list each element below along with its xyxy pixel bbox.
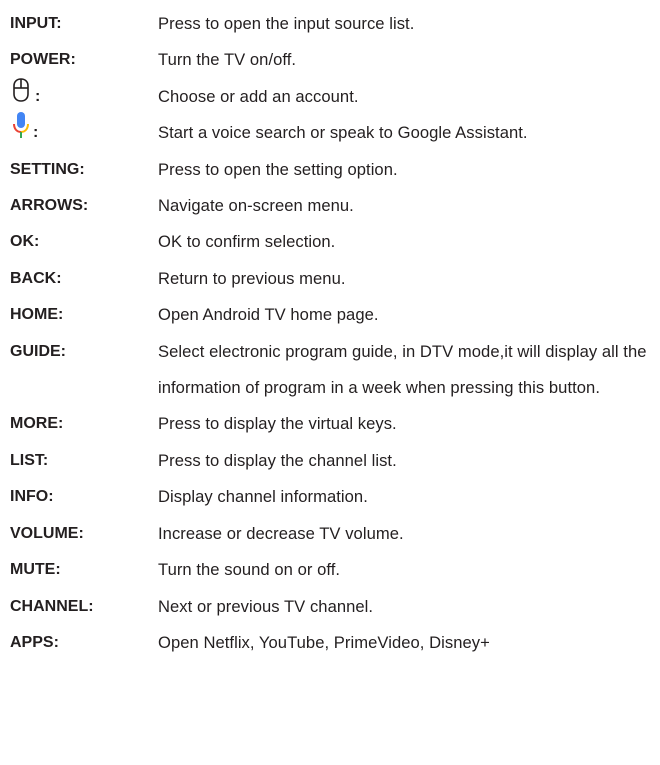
list-item-home: HOME: Open Android TV home page.	[10, 297, 650, 333]
term-description: Open Netflix, YouTube, PrimeVideo, Disne…	[158, 632, 490, 652]
list-item-arrows: ARROWS: Navigate on-screen menu.	[10, 188, 650, 224]
term-label: MUTE:	[10, 561, 61, 579]
term-label: HOME:	[10, 306, 64, 324]
term-description: Press to display the channel list.	[158, 450, 397, 470]
term-label: MORE:	[10, 415, 64, 433]
list-item-input: INPUT: Press to open the input source li…	[10, 6, 650, 42]
term-description: Press to open the setting option.	[158, 159, 398, 179]
term-label: ARROWS:	[10, 197, 89, 215]
term-description: OK to confirm selection.	[158, 232, 336, 252]
list-item-mute: MUTE: Turn the sound on or off.	[10, 552, 650, 588]
list-item-back: BACK: Return to previous menu.	[10, 261, 650, 297]
term-label: SETTING:	[10, 160, 85, 178]
list-item-volume: VOLUME: Increase or decrease TV volume.	[10, 516, 650, 552]
term-description: Return to previous menu.	[158, 268, 346, 288]
term-description: Display channel information.	[158, 487, 368, 507]
term-label: VOLUME:	[10, 524, 84, 542]
term-description: Choose or add an account.	[158, 86, 359, 106]
term-label: BACK:	[10, 269, 62, 287]
term-description: Navigate on-screen menu.	[158, 196, 354, 216]
list-item-channel: CHANNEL: Next or previous TV channel.	[10, 589, 650, 625]
microphone-icon	[12, 111, 30, 155]
list-item-info: INFO: Display channel information.	[10, 479, 650, 515]
list-item-setting: SETTING: Press to open the setting optio…	[10, 152, 650, 188]
list-item-guide: GUIDE: Select electronic program guide, …	[10, 334, 650, 407]
list-item-voice: : Start a voice search or speak to Googl…	[10, 112, 650, 151]
term-description: Start a voice search or speak to Google …	[158, 123, 528, 143]
term-description: Next or previous TV channel.	[158, 596, 374, 616]
term-label-account: :	[10, 78, 158, 115]
term-colon: :	[33, 124, 39, 142]
term-description: Turn the TV on/off.	[158, 50, 297, 70]
list-item-account: : Choose or add an account.	[10, 78, 650, 115]
term-description: Turn the sound on or off.	[158, 560, 341, 580]
term-description: Press to open the input source list.	[158, 14, 415, 33]
list-item-apps: APPS: Open Netflix, YouTube, PrimeVideo,…	[10, 625, 650, 661]
term-label: OK:	[10, 233, 40, 251]
list-item-power: POWER: Turn the TV on/off.	[10, 42, 650, 78]
list-item-ok: OK: OK to confirm selection.	[10, 224, 650, 260]
term-description: Select electronic program guide, in DTV …	[158, 341, 647, 398]
term-colon: :	[35, 87, 41, 105]
term-label: APPS:	[10, 633, 59, 651]
term-label: GUIDE:	[10, 342, 66, 360]
remote-buttons-list: INPUT: Press to open the input source li…	[10, 6, 650, 661]
list-item-list: LIST: Press to display the channel list.	[10, 443, 650, 479]
term-description: Open Android TV home page.	[158, 305, 379, 325]
list-item-more: MORE: Press to display the virtual keys.	[10, 406, 650, 442]
term-label: LIST:	[10, 451, 49, 469]
term-label: INPUT:	[10, 15, 62, 32]
term-label: INFO:	[10, 488, 54, 506]
term-description: Increase or decrease TV volume.	[158, 523, 404, 543]
term-label: POWER:	[10, 51, 76, 69]
term-label: CHANNEL:	[10, 597, 94, 615]
term-description: Press to display the virtual keys.	[158, 414, 397, 434]
term-label-voice: :	[10, 112, 158, 151]
